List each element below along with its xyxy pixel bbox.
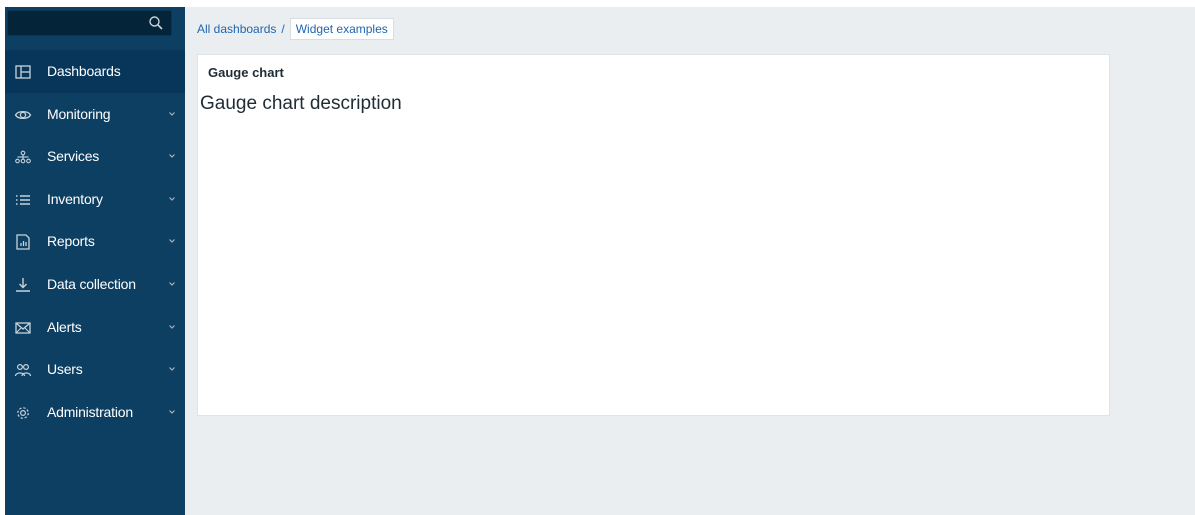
widget-description: Gauge chart description xyxy=(200,93,402,114)
download-icon xyxy=(16,277,30,292)
report-icon xyxy=(16,234,30,251)
sidebar-item-label: Reports xyxy=(47,233,95,250)
search-icon[interactable] xyxy=(148,15,164,31)
sidebar: Dashboards Monitoring Services Inventory… xyxy=(5,7,185,515)
sidebar-item-administration[interactable]: Administration xyxy=(5,391,185,434)
sidebar-item-label: Dashboards xyxy=(47,63,121,79)
sidebar-item-alerts[interactable]: Alerts xyxy=(5,306,185,349)
sidebar-item-dashboards[interactable]: Dashboards xyxy=(5,50,185,93)
services-icon xyxy=(15,150,31,164)
gauge-chart-widget[interactable]: Gauge chart Gauge chart description xyxy=(197,54,1110,416)
chevron-down-icon xyxy=(169,196,175,201)
eye-icon xyxy=(14,110,32,119)
chevron-down-icon xyxy=(169,239,175,244)
list-icon xyxy=(16,195,30,205)
sidebar-item-users[interactable]: Users xyxy=(5,348,185,391)
chevron-down-icon xyxy=(169,367,175,372)
chevron-down-icon xyxy=(169,409,175,414)
dashboards-icon xyxy=(15,65,31,79)
users-icon xyxy=(14,364,32,377)
breadcrumb-current-dashboard[interactable]: Widget examples xyxy=(289,18,394,40)
widget-title: Gauge chart xyxy=(208,65,284,80)
sidebar-item-label: Data collection xyxy=(47,275,136,292)
search-input[interactable] xyxy=(7,10,172,36)
sidebar-item-services[interactable]: Services xyxy=(5,135,185,178)
sidebar-item-label: Alerts xyxy=(47,318,82,335)
gear-icon xyxy=(17,406,29,419)
chevron-down-icon xyxy=(169,282,175,286)
sidebar-item-label: Services xyxy=(47,148,100,165)
sidebar-item-label: Monitoring xyxy=(47,105,111,122)
main-nav: Dashboards Monitoring Services Inventory… xyxy=(5,50,185,433)
sidebar-item-monitoring[interactable]: Monitoring xyxy=(5,93,185,136)
sidebar-item-label: Administration xyxy=(47,403,133,420)
chevron-down-icon xyxy=(169,154,175,159)
sidebar-item-reports[interactable]: Reports xyxy=(5,220,185,263)
chevron-down-icon xyxy=(169,111,175,116)
breadcrumb-separator: / xyxy=(281,22,285,36)
breadcrumb-all-dashboards[interactable]: All dashboards xyxy=(197,22,276,36)
app-root: Dashboards Monitoring Services Inventory… xyxy=(5,7,1195,515)
sidebar-item-data-collection[interactable]: Data collection xyxy=(5,263,185,306)
sidebar-item-label: Inventory xyxy=(47,190,103,207)
envelope-icon xyxy=(15,321,31,334)
main-content: All dashboards / Widget examples Gauge c… xyxy=(185,7,1195,515)
sidebar-item-inventory[interactable]: Inventory xyxy=(5,178,185,221)
sidebar-item-label: Users xyxy=(47,361,83,378)
breadcrumb: All dashboards / Widget examples xyxy=(197,18,394,40)
chevron-down-icon xyxy=(169,324,175,329)
